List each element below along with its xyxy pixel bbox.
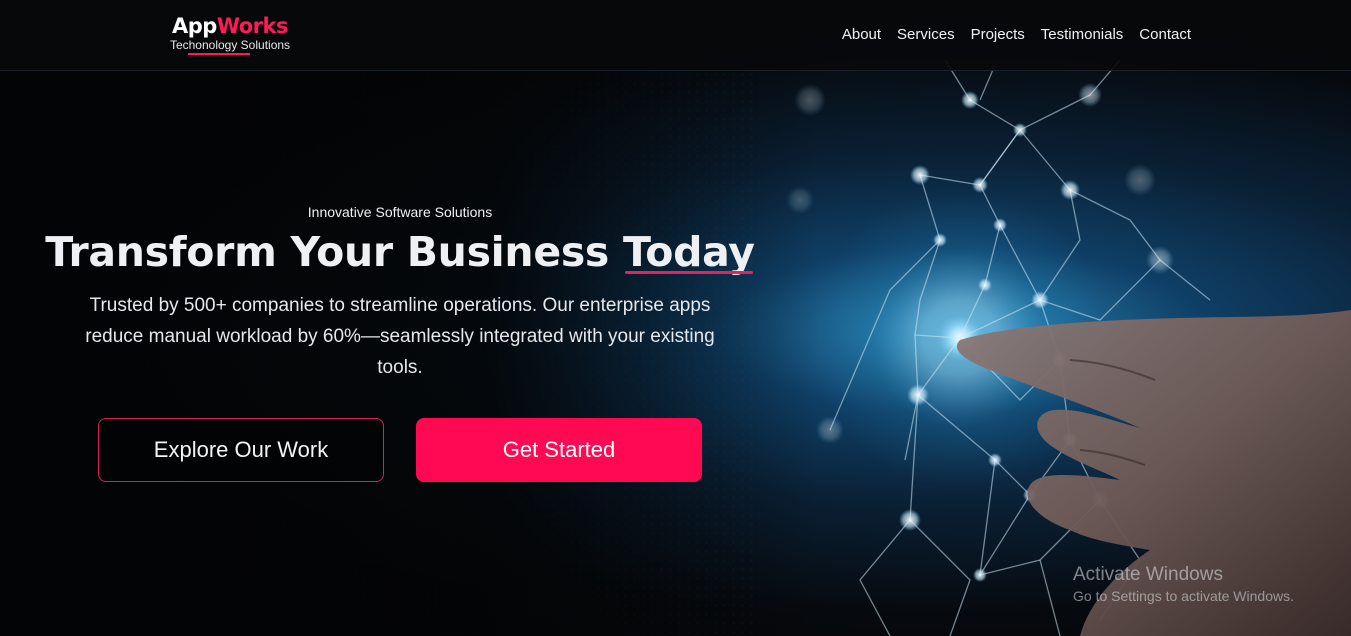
nav-projects[interactable]: Projects	[971, 25, 1025, 45]
get-started-button[interactable]: Get Started	[416, 418, 702, 482]
explore-work-button[interactable]: Explore Our Work	[98, 418, 384, 482]
watermark-subtitle: Go to Settings to activate Windows.	[1073, 588, 1294, 604]
logo[interactable]: AppWorks Techonology Solutions	[160, 14, 300, 55]
headline-highlight: Today	[623, 228, 755, 276]
logo-app-text: App	[172, 14, 217, 38]
windows-activation-watermark: Activate Windows Go to Settings to activ…	[1073, 564, 1294, 606]
nav-testimonials[interactable]: Testimonials	[1041, 25, 1124, 45]
main-nav: About Services Projects Testimonials Con…	[842, 25, 1191, 45]
nav-services[interactable]: Services	[897, 25, 955, 45]
logo-underline	[188, 53, 250, 55]
site-header: AppWorks Techonology Solutions About Ser…	[0, 0, 1351, 71]
headline-main: Transform Your Business	[45, 228, 624, 276]
nav-contact[interactable]: Contact	[1139, 25, 1191, 45]
hero-section: Innovative Software Solutions Transform …	[40, 200, 760, 383]
logo-wordmark: AppWorks	[160, 14, 300, 38]
logo-subtitle-text: Techonology Solutions	[169, 38, 291, 52]
logo-works-text: Works	[216, 14, 289, 38]
watermark-title: Activate Windows	[1073, 564, 1223, 585]
hero-description: Trusted by 500+ companies to streamline …	[85, 295, 715, 378]
logo-subtitle: Techonology Solutions	[160, 38, 300, 55]
hero-kicker: Innovative Software Solutions	[307, 204, 493, 220]
hero-actions: Explore Our Work Get Started	[98, 418, 702, 482]
nav-about[interactable]: About	[842, 25, 881, 45]
hero-headline: Transform Your Business Today	[40, 226, 760, 278]
page: AppWorks Techonology Solutions About Ser…	[0, 0, 1351, 636]
